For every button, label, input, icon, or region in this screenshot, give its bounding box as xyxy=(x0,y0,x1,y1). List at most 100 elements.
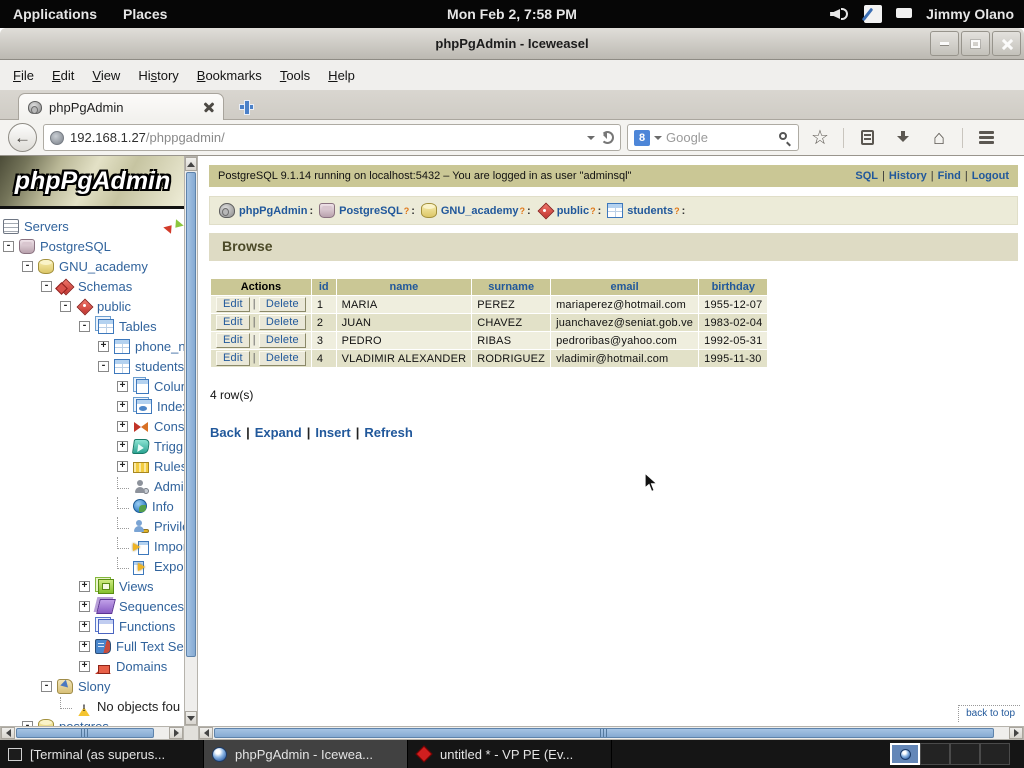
url-dropdown-icon[interactable] xyxy=(587,136,595,144)
search-engine-dropdown-icon[interactable] xyxy=(654,136,662,144)
menu-bookmarks[interactable]: Bookmarks xyxy=(188,64,271,87)
expand-icon[interactable]: + xyxy=(117,461,128,472)
back-button[interactable]: ← xyxy=(8,123,37,152)
tree-item-expo[interactable]: Expo xyxy=(0,556,185,576)
chat-icon[interactable] xyxy=(896,7,912,21)
workspace-cell[interactable] xyxy=(980,743,1010,765)
close-button[interactable] xyxy=(992,31,1021,56)
delete-button[interactable]: Delete xyxy=(259,333,306,348)
sidebar-vscroll-thumb[interactable] xyxy=(186,172,196,657)
refresh-link[interactable]: Refresh xyxy=(364,425,412,440)
column-header-surname[interactable]: surname xyxy=(472,279,550,295)
delete-button[interactable]: Delete xyxy=(259,297,306,312)
scroll-down-button[interactable] xyxy=(185,711,197,725)
tree-item-rules[interactable]: +Rules xyxy=(0,456,185,476)
collapse-icon[interactable]: - xyxy=(22,261,33,272)
help-question-link[interactable]: ? xyxy=(674,206,680,216)
taskbar-item[interactable]: [Terminal (as superus... xyxy=(0,740,204,768)
sort-link[interactable]: name xyxy=(390,281,419,293)
tree-item-sequences[interactable]: +Sequences xyxy=(0,596,185,616)
topbar-link-sql[interactable]: SQL xyxy=(855,170,878,182)
expand-icon[interactable]: + xyxy=(79,601,90,612)
url-bar[interactable]: 192.168.1.27/phppgadmin/ xyxy=(43,124,621,151)
tree-item-impor[interactable]: Impor xyxy=(0,536,185,556)
site-identity-icon[interactable] xyxy=(50,131,64,145)
scroll-left-button[interactable] xyxy=(199,727,213,739)
tree-item-students[interactable]: -students xyxy=(0,356,185,376)
tablet-pen-icon[interactable] xyxy=(864,5,882,23)
topbar-link-history[interactable]: History xyxy=(889,170,927,182)
collapse-icon[interactable]: - xyxy=(41,281,52,292)
menu-view[interactable]: View xyxy=(83,64,129,87)
column-header-email[interactable]: email xyxy=(551,279,698,295)
delete-button[interactable]: Delete xyxy=(259,351,306,366)
tree-item-admi[interactable]: Admi xyxy=(0,476,185,496)
sidebar-vscrollbar[interactable] xyxy=(184,156,198,726)
tree-item-tables[interactable]: -Tables xyxy=(0,316,185,336)
column-header-name[interactable]: name xyxy=(337,279,472,295)
menu-edit[interactable]: Edit xyxy=(43,64,83,87)
breadcrumb-link[interactable]: public xyxy=(557,205,589,217)
help-question-link[interactable]: ? xyxy=(590,206,596,216)
expand-icon[interactable]: + xyxy=(79,621,90,632)
tree-item-postgresql[interactable]: -PostgreSQL xyxy=(0,236,185,256)
search-bar[interactable]: 8 xyxy=(627,124,799,151)
tree-item-index[interactable]: +Index xyxy=(0,396,185,416)
tree-item-postgres[interactable]: -postgres xyxy=(0,716,185,726)
help-question-link[interactable]: ? xyxy=(404,206,410,216)
tree-item-phone-n[interactable]: +phone_n xyxy=(0,336,185,356)
help-question-link[interactable]: ? xyxy=(520,206,526,216)
tree-item-views[interactable]: +Views xyxy=(0,576,185,596)
scroll-right-button[interactable] xyxy=(1009,727,1023,739)
expand-icon[interactable]: + xyxy=(98,341,109,352)
collapse-icon[interactable]: - xyxy=(3,241,14,252)
search-icon[interactable] xyxy=(778,131,792,145)
tree-item-no-objects-fou[interactable]: No objects fou xyxy=(0,696,185,716)
menu-history[interactable]: History xyxy=(129,64,187,87)
breadcrumb-link[interactable]: PostgreSQL xyxy=(339,205,403,217)
tree-item-privile[interactable]: Privile xyxy=(0,516,185,536)
url-input[interactable]: 192.168.1.27/phppgadmin/ xyxy=(70,130,581,145)
main-hscroll-thumb[interactable] xyxy=(214,728,994,738)
topbar-link-find[interactable]: Find xyxy=(938,170,961,182)
back-to-top-link[interactable]: back to top xyxy=(958,705,1020,722)
breadcrumb-link[interactable]: GNU_academy xyxy=(441,205,519,217)
column-header-birthday[interactable]: birthday xyxy=(699,279,767,295)
menu-hamburger-icon[interactable] xyxy=(971,123,1001,153)
sidebar-hscroll-thumb[interactable] xyxy=(16,728,154,738)
edit-button[interactable]: Edit xyxy=(216,333,250,348)
scroll-right-button[interactable] xyxy=(169,727,183,739)
tree-item-gnu-academy[interactable]: -GNU_academy xyxy=(0,256,185,276)
expand-icon[interactable]: + xyxy=(117,441,128,452)
expand-icon[interactable]: + xyxy=(117,381,128,392)
edit-button[interactable]: Edit xyxy=(216,297,250,312)
expand-icon[interactable]: + xyxy=(79,581,90,592)
tree-item-schemas[interactable]: -Schemas xyxy=(0,276,185,296)
tree-item-public[interactable]: -public xyxy=(0,296,185,316)
applications-menu[interactable]: Applications xyxy=(0,0,110,28)
expand-icon[interactable]: + xyxy=(117,401,128,412)
sort-link[interactable]: id xyxy=(319,281,329,293)
tree-item-trigg[interactable]: +Trigg xyxy=(0,436,185,456)
collapse-icon[interactable]: - xyxy=(41,681,52,692)
new-tab-button[interactable] xyxy=(238,98,256,116)
user-menu[interactable]: Jimmy Olano xyxy=(926,6,1014,22)
sort-link[interactable]: birthday xyxy=(712,281,755,293)
sidebar-hscrollbar[interactable] xyxy=(0,726,184,740)
scroll-left-button[interactable] xyxy=(1,727,15,739)
menu-tools[interactable]: Tools xyxy=(271,64,319,87)
edit-button[interactable]: Edit xyxy=(216,315,250,330)
collapse-icon[interactable]: - xyxy=(60,301,71,312)
breadcrumb-link[interactable]: phpPgAdmin xyxy=(239,205,307,217)
bookmarks-panel-icon[interactable] xyxy=(852,123,882,153)
expand-icon[interactable]: + xyxy=(117,421,128,432)
menu-help[interactable]: Help xyxy=(319,64,364,87)
expand-icon[interactable]: + xyxy=(79,661,90,672)
sort-link[interactable]: email xyxy=(611,281,639,293)
reload-icon[interactable] xyxy=(601,131,614,144)
collapse-icon[interactable]: - xyxy=(98,361,109,372)
breadcrumb-link[interactable]: students xyxy=(627,205,673,217)
menu-file[interactable]: File xyxy=(4,64,43,87)
search-input[interactable] xyxy=(666,130,774,145)
collapse-icon[interactable]: - xyxy=(79,321,90,332)
